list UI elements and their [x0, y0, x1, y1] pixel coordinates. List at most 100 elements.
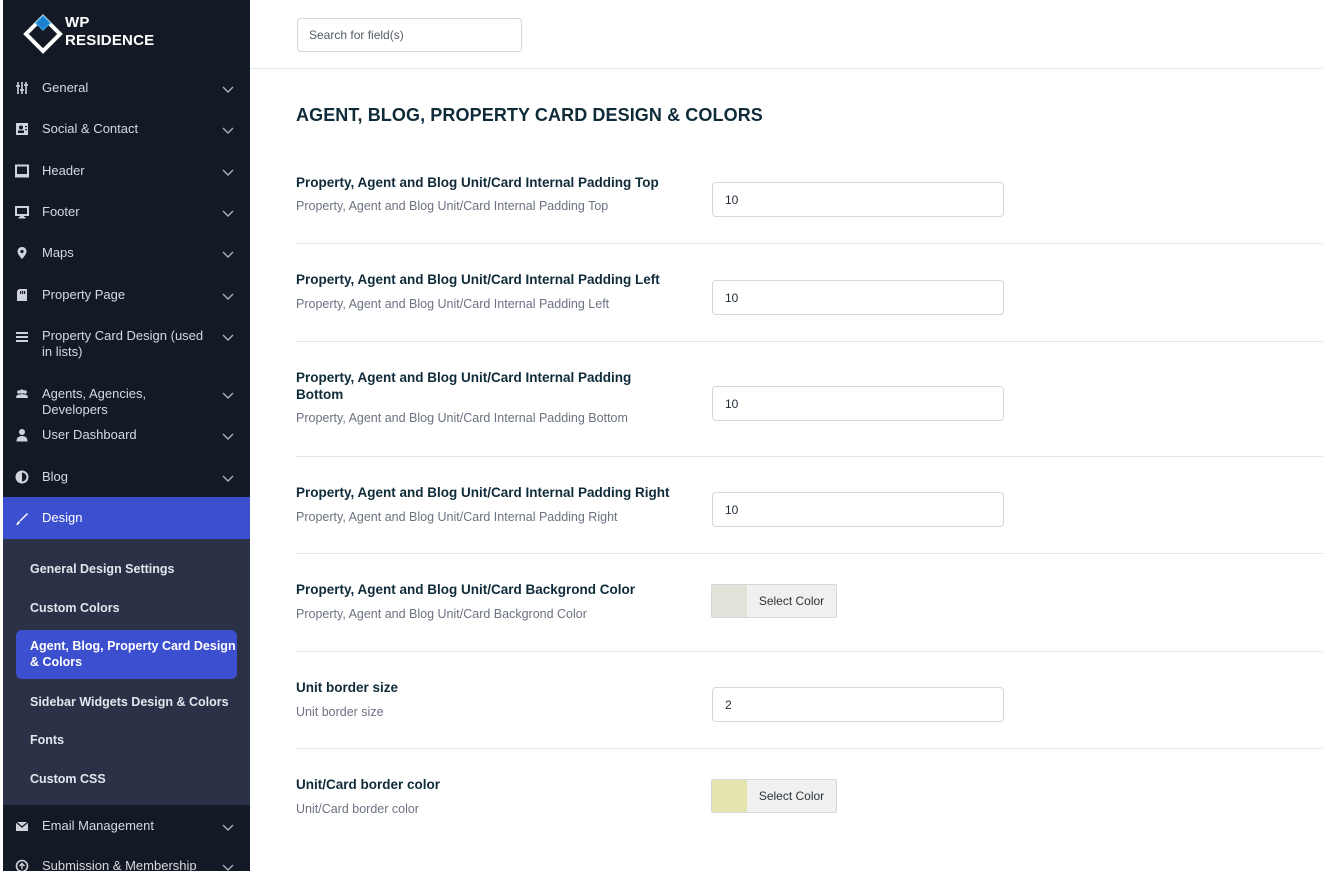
sidebar-item-property-page[interactable]: Property Page [3, 287, 250, 305]
sidebar-item-header[interactable]: Header [3, 163, 250, 181]
sidebar-item-label: Property Card Design (used in lists) [42, 328, 204, 359]
sidebar-item-label: Maps [42, 245, 74, 260]
border-size-input[interactable] [712, 687, 1004, 722]
user-icon [15, 428, 29, 442]
brand-name: WP RESIDENCE [65, 14, 154, 50]
sidebar-item-label: Footer [42, 204, 80, 219]
field-title: Property, Agent and Blog Unit/Card Inter… [296, 272, 660, 287]
submenu-item-sidebar-widgets[interactable]: Sidebar Widgets Design & Colors [16, 694, 237, 710]
field-description: Property, Agent and Blog Unit/Card Inter… [296, 510, 618, 524]
main-content: AGENT, BLOG, PROPERTY CARD DESIGN & COLO… [250, 0, 1323, 871]
field-row-padding-left: Property, Agent and Blog Unit/Card Inter… [296, 244, 1323, 342]
sidebar-item-label: User Dashboard [42, 427, 137, 442]
field-description: Property, Agent and Blog Unit/Card Backg… [296, 607, 587, 621]
sidebar-item-label: Submission & Membership [42, 858, 197, 871]
brand-logo[interactable]: WP RESIDENCE [21, 12, 221, 56]
sidebar-item-label: Blog [42, 469, 69, 484]
chevron-down-icon [222, 334, 234, 341]
field-title: Property, Agent and Blog Unit/Card Inter… [296, 370, 632, 402]
list-icon [15, 330, 29, 344]
sidebar-item-label: Agents, Agencies, Developers [42, 386, 147, 417]
sidebar-item-label: Property Page [42, 287, 126, 302]
chevron-down-icon [222, 169, 234, 176]
sidebar-item-blog[interactable]: Blog [3, 469, 250, 487]
submenu-item-card-design[interactable]: Agent, Blog, Property Card Design & Colo… [16, 630, 237, 679]
sidebar-item-email-management[interactable]: Email Management [3, 818, 250, 836]
monitor-icon [15, 205, 29, 219]
map-pin-icon [15, 246, 29, 260]
chevron-down-icon [222, 864, 234, 871]
field-row-background-color: Property, Agent and Blog Unit/Card Backg… [296, 554, 1323, 652]
sidebar-item-submission-membership[interactable]: Submission & Membership [3, 858, 250, 871]
field-row-padding-top: Property, Agent and Blog Unit/Card Inter… [296, 150, 1323, 244]
chevron-down-icon [222, 251, 234, 258]
sidebar-item-label: Email Management [42, 818, 154, 833]
padding-left-input[interactable] [712, 280, 1004, 315]
field-title: Unit/Card border color [296, 777, 441, 792]
color-swatch [712, 585, 747, 617]
field-row-border-size: Unit border size Unit border size [296, 652, 1323, 749]
background-color-picker-button[interactable]: Select Color [711, 584, 837, 618]
header-icon [15, 164, 29, 178]
sidebar-item-label: General [42, 80, 89, 95]
contact-card-icon [15, 122, 29, 136]
chevron-down-icon [222, 475, 234, 482]
chevron-down-icon [222, 86, 234, 93]
submenu-item-custom-css[interactable]: Custom CSS [16, 771, 237, 787]
border-color-picker-button[interactable]: Select Color [711, 779, 837, 813]
sidebar-item-user-dashboard[interactable]: User Dashboard [3, 427, 250, 445]
submenu-item-general-design[interactable]: General Design Settings [16, 561, 237, 577]
sidebar-item-maps[interactable]: Maps [3, 245, 250, 263]
sidebar: WP RESIDENCE General Social & Contact He… [3, 0, 250, 871]
sidebar-item-label: Design [42, 510, 83, 525]
padding-top-input[interactable] [712, 182, 1004, 217]
sidebar-item-general[interactable]: General [3, 80, 250, 98]
field-title: Property, Agent and Blog Unit/Card Inter… [296, 485, 670, 500]
sidebar-item-design[interactable]: Design [3, 497, 250, 539]
brand-line2: RESIDENCE [65, 32, 155, 49]
field-title: Unit border size [296, 680, 399, 695]
upload-icon [15, 859, 29, 871]
field-description: Property, Agent and Blog Unit/Card Inter… [296, 411, 628, 425]
sidebar-item-social-contact[interactable]: Social & Contact [3, 121, 250, 139]
chevron-down-icon [222, 127, 234, 134]
field-description: Unit border size [296, 705, 384, 719]
field-title: Property, Agent and Blog Unit/Card Inter… [296, 175, 659, 190]
submenu-item-fonts[interactable]: Fonts [16, 732, 237, 748]
contrast-icon [15, 470, 29, 484]
field-row-padding-right: Property, Agent and Blog Unit/Card Inter… [296, 457, 1323, 554]
submenu-item-custom-colors[interactable]: Custom Colors [16, 600, 237, 616]
document-icon [15, 288, 29, 302]
chevron-down-icon [222, 210, 234, 217]
sidebar-item-label: Social & Contact [42, 121, 139, 136]
logo-mark-icon [23, 14, 63, 54]
sliders-icon [15, 81, 29, 95]
sidebar-item-footer[interactable]: Footer [3, 204, 250, 222]
select-color-label: Select Color [758, 789, 825, 803]
field-row-border-color: Unit/Card border color Unit/Card border … [296, 749, 1323, 849]
field-row-padding-bottom: Property, Agent and Blog Unit/Card Inter… [296, 342, 1323, 457]
chevron-down-icon [222, 824, 234, 831]
select-color-label: Select Color [758, 594, 825, 608]
top-bar [250, 0, 1323, 69]
users-icon [15, 387, 29, 401]
color-swatch [712, 780, 747, 812]
envelope-icon [15, 819, 29, 833]
sidebar-item-agents[interactable]: Agents, Agencies, Developers [3, 386, 250, 417]
chevron-down-icon [222, 293, 234, 300]
padding-right-input[interactable] [712, 492, 1004, 527]
chevron-down-icon [222, 392, 234, 399]
sidebar-item-label: Header [42, 163, 85, 178]
design-submenu: General Design Settings Custom Colors Ag… [3, 539, 250, 805]
field-description: Unit/Card border color [296, 802, 419, 816]
field-description: Property, Agent and Blog Unit/Card Inter… [296, 199, 609, 213]
padding-bottom-input[interactable] [712, 386, 1004, 421]
sidebar-item-property-card-design[interactable]: Property Card Design (used in lists) [3, 328, 250, 362]
brand-line1: WP [65, 14, 90, 31]
search-input[interactable] [297, 18, 522, 52]
field-title: Property, Agent and Blog Unit/Card Backg… [296, 582, 636, 597]
page-title: AGENT, BLOG, PROPERTY CARD DESIGN & COLO… [296, 105, 763, 125]
brush-icon [15, 512, 29, 526]
chevron-down-icon [222, 433, 234, 440]
field-description: Property, Agent and Blog Unit/Card Inter… [296, 297, 610, 311]
